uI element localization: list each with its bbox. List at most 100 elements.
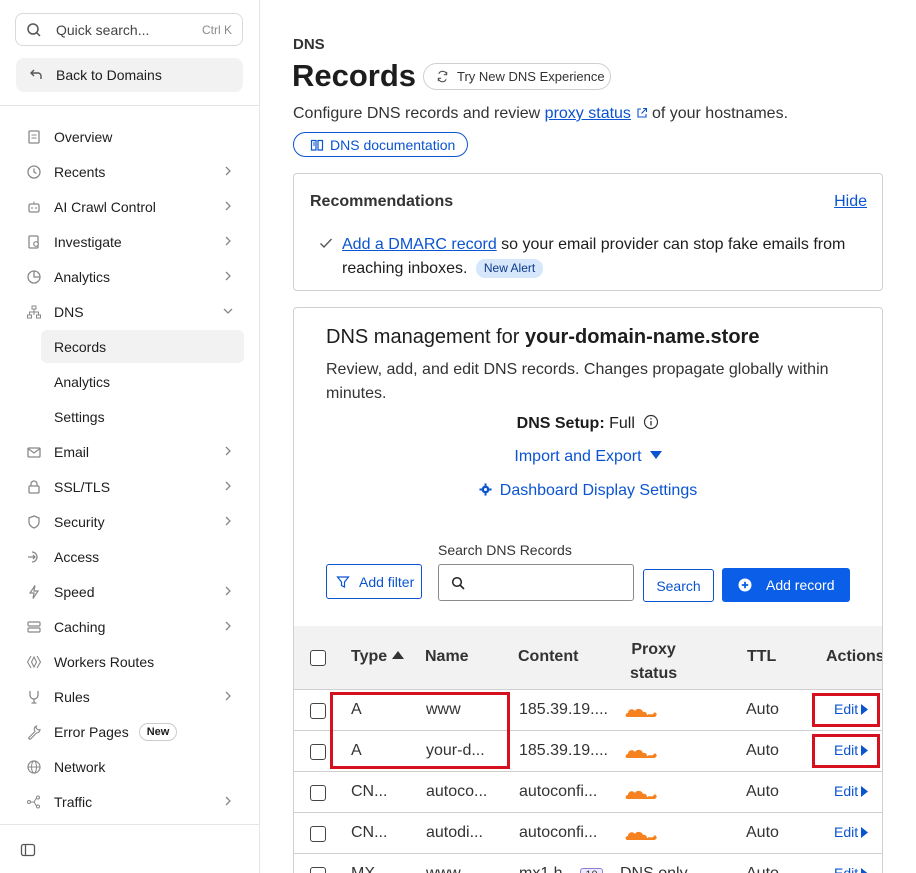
sidebar-subitem-analytics[interactable]: Analytics — [0, 364, 259, 399]
table-row[interactable]: MX www mx1.h... 10 DNS only Auto Edit — [294, 854, 882, 873]
sidebar-item-workers-routes[interactable]: Workers Routes — [0, 644, 259, 679]
column-type[interactable]: Type — [351, 648, 405, 666]
chevron-right-icon — [225, 796, 231, 806]
search-icon — [27, 22, 41, 37]
row-checkbox[interactable] — [310, 826, 326, 842]
sidebar-item-label: Workers Routes — [54, 653, 155, 670]
page-title: Records — [292, 58, 417, 93]
record-type: CN... — [351, 824, 388, 841]
search-dns-input[interactable] — [438, 564, 634, 601]
sidebar-item-analytics[interactable]: Analytics — [0, 259, 259, 294]
row-checkbox[interactable] — [310, 867, 326, 873]
hide-recommendations-link[interactable]: Hide — [834, 193, 867, 211]
sidebar-item-email[interactable]: Email — [0, 434, 259, 469]
edit-record-button[interactable]: Edit — [834, 783, 869, 799]
column-name[interactable]: Name — [425, 648, 469, 666]
record-content: autoconfi... — [519, 824, 598, 841]
search-shortcut: Ctrl K — [202, 22, 232, 37]
sidebar-subitem-settings[interactable]: Settings — [0, 399, 259, 434]
proxied-cloud-icon — [625, 831, 657, 840]
info-icon[interactable] — [643, 414, 659, 430]
record-ttl: Auto — [746, 701, 779, 718]
sidebar-item-label: Overview — [54, 128, 113, 145]
proxy-status-link[interactable]: proxy status — [545, 105, 631, 122]
proxy-header-line: status — [630, 665, 678, 682]
shield-icon — [28, 514, 40, 529]
quick-search-placeholder: Quick search... — [56, 21, 150, 38]
gear-icon — [479, 483, 492, 496]
row-checkbox[interactable] — [310, 785, 326, 801]
sidebar-item-traffic[interactable]: Traffic — [0, 784, 259, 819]
add-record-label: Add record — [766, 577, 835, 593]
divider — [0, 105, 259, 106]
dashboard-display-settings-link[interactable]: Dashboard Display Settings — [294, 482, 882, 500]
record-type: MX — [351, 865, 375, 873]
column-content[interactable]: Content — [518, 648, 578, 666]
sidebar-item-network[interactable]: Network — [0, 749, 259, 784]
quick-search[interactable]: Quick search... Ctrl K — [15, 13, 243, 46]
sidebar-toggle-icon[interactable] — [20, 842, 36, 858]
priority-badge: 10 — [580, 868, 603, 873]
caret-right-icon — [861, 827, 869, 838]
sidebar-subitem-records[interactable]: Records — [0, 329, 259, 364]
sidebar-item-speed[interactable]: Speed — [0, 574, 259, 609]
chevron-right-icon — [225, 201, 231, 211]
highlight-box-edit — [812, 693, 880, 727]
sidebar-item-ssl-tls[interactable]: SSL/TLS — [0, 469, 259, 504]
back-to-domains-button[interactable]: Back to Domains — [16, 58, 243, 92]
clock-icon — [27, 164, 41, 179]
sidebar-item-label: AI Crawl Control — [54, 198, 156, 215]
sidebar-item-rules[interactable]: Rules — [0, 679, 259, 714]
column-proxy-status[interactable]: Proxy status — [630, 638, 677, 686]
add-dmarc-link[interactable]: Add a DMARC record — [342, 236, 497, 253]
desc-text: Configure DNS records and review — [293, 105, 541, 122]
sidebar-item-label: Recents — [54, 163, 106, 180]
record-name: www — [426, 865, 461, 873]
divider — [0, 824, 259, 825]
traffic-icon — [27, 795, 40, 808]
chevron-right-icon — [225, 621, 231, 631]
sidebar-item-access[interactable]: Access — [0, 539, 259, 574]
sidebar-item-dns[interactable]: DNS — [0, 294, 259, 329]
proxy-header-line: Proxy — [631, 641, 676, 658]
sidebar-item-label: Error Pages — [54, 723, 129, 740]
sidebar-item-overview[interactable]: Overview — [0, 119, 259, 154]
sidebar-item-label: Rules — [54, 688, 90, 705]
chevron-down-icon — [223, 308, 233, 314]
sidebar-item-label: Analytics — [54, 268, 111, 285]
edit-label: Edit — [834, 824, 859, 840]
edit-label: Edit — [834, 865, 859, 873]
filter-icon — [336, 575, 350, 588]
search-button[interactable]: Search — [643, 569, 714, 602]
sidebar-item-investigate[interactable]: Investigate — [0, 224, 259, 259]
table-row[interactable]: CN... autodi... autoconfi... Auto Edit — [294, 813, 882, 854]
caret-right-icon — [861, 868, 868, 873]
column-ttl[interactable]: TTL — [747, 648, 776, 666]
recommendation-text: Add a DMARC record so your email provide… — [342, 233, 862, 281]
document-icon — [28, 129, 40, 144]
sidebar-item-recents[interactable]: Recents — [0, 154, 259, 189]
add-record-button[interactable]: Add record — [722, 568, 850, 602]
sidebar-item-caching[interactable]: Caching — [0, 609, 259, 644]
edit-record-button[interactable]: Edit — [834, 865, 868, 873]
edit-record-button[interactable]: Edit — [834, 824, 869, 840]
back-label: Back to Domains — [56, 67, 162, 83]
back-arrow-icon — [30, 69, 42, 79]
table-row[interactable]: CN... autoco... autoconfi... Auto Edit — [294, 772, 882, 813]
column-type-label: Type — [351, 648, 388, 665]
chevron-right-icon — [225, 236, 231, 246]
row-checkbox[interactable] — [310, 703, 326, 719]
try-new-dns-button[interactable]: Try New DNS Experience — [423, 63, 611, 90]
dns-documentation-button[interactable]: DNS documentation — [293, 132, 468, 157]
sidebar-item-error-pages[interactable]: Error Pages New — [0, 714, 259, 749]
select-all-checkbox[interactable] — [310, 650, 326, 666]
sidebar-item-ai-crawl-control[interactable]: AI Crawl Control — [0, 189, 259, 224]
workers-icon — [26, 655, 42, 668]
add-filter-button[interactable]: Add filter — [326, 564, 422, 599]
sidebar-item-security[interactable]: Security — [0, 504, 259, 539]
sidebar-item-label: Investigate — [54, 233, 122, 250]
import-export-dropdown[interactable]: Import and Export — [294, 448, 882, 466]
rules-icon — [29, 690, 39, 704]
row-checkbox[interactable] — [310, 744, 326, 760]
proxy-status-text: DNS only — [620, 865, 688, 873]
